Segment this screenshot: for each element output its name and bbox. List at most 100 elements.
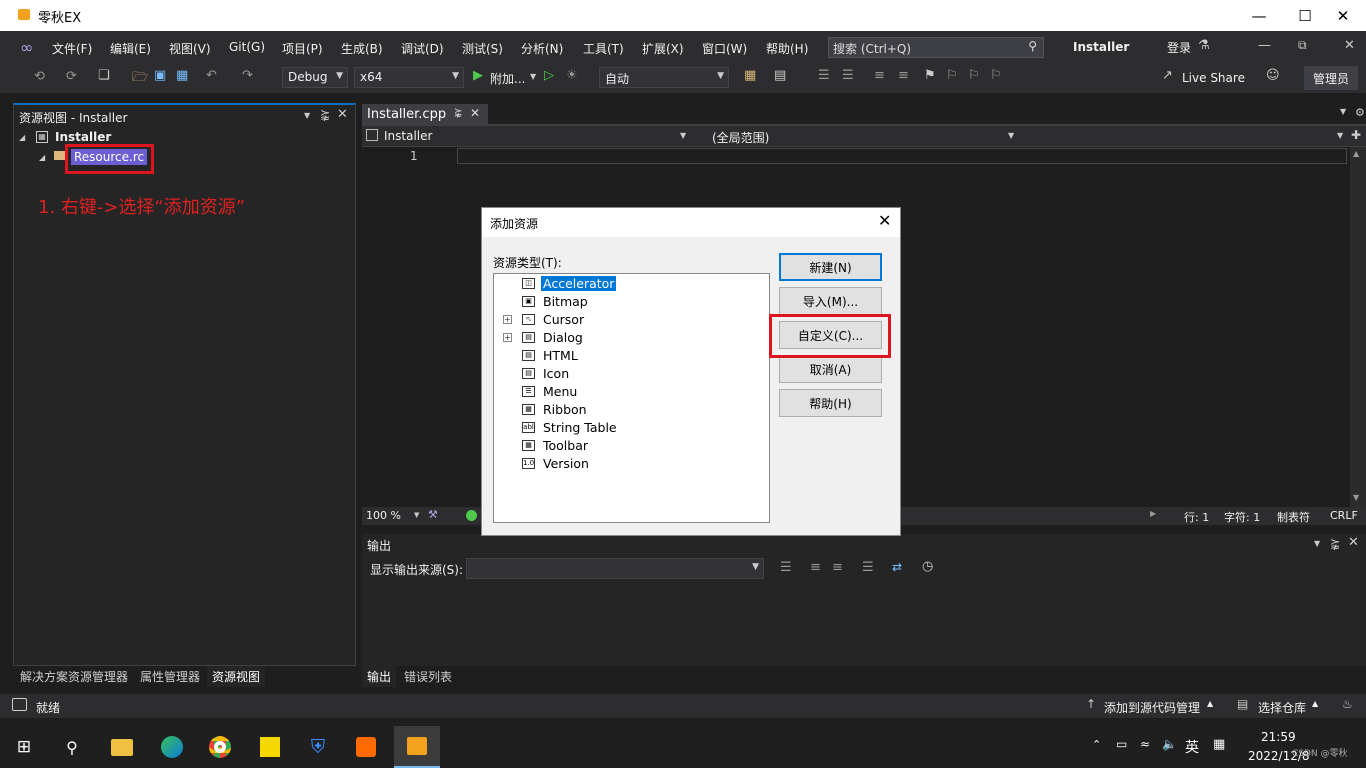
chevron-up-icon[interactable]: ▲ — [1207, 699, 1213, 708]
tab-solution-explorer[interactable]: 解决方案资源管理器 — [20, 668, 128, 685]
taskbar-search-icon[interactable]: ⚲ — [52, 726, 92, 768]
volume-icon[interactable]: 🔈 — [1162, 737, 1177, 751]
tab-property-manager[interactable]: 属性管理器 — [140, 668, 200, 685]
pin-icon[interactable]: ⪺ — [454, 107, 462, 118]
ide-close-button[interactable]: ✕ — [1344, 38, 1355, 53]
menu-build[interactable]: 生成(B) — [341, 40, 383, 57]
auto-select[interactable]: 自动 ▼ — [599, 67, 729, 88]
live-share-icon[interactable]: ↗ — [1162, 68, 1173, 83]
search-input[interactable]: 搜索 (Ctrl+Q) ⚲ — [828, 37, 1044, 58]
outdent-icon[interactable]: ≡ — [898, 68, 909, 83]
ide-minimize-button[interactable]: — — [1258, 38, 1271, 53]
undo-icon[interactable]: ↶ — [206, 68, 217, 83]
menu-analyze[interactable]: 分析(N) — [521, 40, 563, 57]
forward-icon[interactable]: ⟳ — [66, 69, 77, 84]
scroll-up-icon[interactable]: ▲ — [1353, 149, 1359, 158]
panel-close-icon[interactable]: ✕ — [337, 107, 348, 122]
tab-output[interactable]: 输出 — [362, 666, 397, 687]
line-indicator[interactable]: 行: 1 — [1184, 509, 1209, 525]
wifi-icon[interactable]: ≈ — [1140, 737, 1150, 751]
windows-start-icon[interactable]: ⊞ — [4, 726, 44, 768]
clock-time[interactable]: 21:59 — [1261, 730, 1296, 744]
char-indicator[interactable]: 字符: 1 — [1224, 509, 1260, 525]
chrome-icon[interactable] — [200, 726, 240, 768]
ide-restore-button[interactable]: ⧉ — [1298, 38, 1307, 53]
indent-icon[interactable]: ≡ — [874, 68, 885, 83]
resource-type-item[interactable]: ☰ Menu — [494, 383, 769, 401]
brush-icon[interactable]: ⚒ — [428, 508, 438, 521]
menu-test[interactable]: 测试(S) — [462, 40, 503, 57]
panel-close-icon[interactable]: ✕ — [1348, 535, 1359, 550]
pin-icon[interactable]: ⪺ — [320, 107, 330, 121]
editor-tab[interactable]: Installer.cpp ⪺ ✕ — [362, 104, 488, 125]
tab-resource-view[interactable]: 资源视图 — [207, 666, 266, 687]
tray-expand-icon[interactable]: ⌃ — [1092, 738, 1101, 751]
vertical-scrollbar[interactable]: ▲ ▼ — [1350, 147, 1366, 507]
clock-icon[interactable]: ◷ — [922, 559, 933, 574]
resource-rc-item[interactable]: Resource.rc — [71, 149, 148, 165]
menu-project[interactable]: 项目(P) — [282, 40, 323, 57]
bookmark-icon[interactable]: ⚑ — [924, 68, 936, 83]
resource-type-item[interactable]: abl String Table — [494, 419, 769, 437]
live-share-button[interactable]: Live Share — [1182, 71, 1245, 85]
nav-project[interactable]: Installer — [384, 129, 432, 143]
select-repo[interactable]: 选择仓库 — [1258, 699, 1306, 716]
shield-icon[interactable]: ⛨ — [298, 726, 338, 768]
scroll-right-icon[interactable]: ▶ — [1150, 509, 1156, 518]
account-icon[interactable]: ⚗ — [1198, 38, 1210, 53]
resource-type-item[interactable]: + ⬁ Cursor — [494, 311, 769, 329]
sticky-notes-icon[interactable] — [250, 726, 290, 768]
help-button[interactable]: 帮助(H) — [779, 389, 882, 417]
start-without-debug-icon[interactable]: ▷ — [544, 68, 554, 83]
menu-edit[interactable]: 编辑(E) — [110, 40, 151, 57]
bookmark-prev-icon[interactable]: ⚐ — [946, 68, 958, 83]
prev-message-icon[interactable]: ≡ — [810, 560, 821, 575]
hot-reload-icon[interactable]: ☀ — [566, 68, 578, 83]
panel-dropdown-icon[interactable]: ▼ — [304, 111, 310, 120]
ime-mode-icon[interactable]: ▦ — [1213, 737, 1225, 752]
output-status-icon[interactable] — [12, 698, 27, 711]
next-message-icon[interactable]: ≡ — [832, 560, 843, 575]
align-center-icon[interactable]: ☰ — [842, 68, 854, 83]
word-wrap-icon[interactable]: ⇄ — [892, 560, 902, 574]
battery-icon[interactable]: ▭ — [1116, 737, 1127, 751]
panel-dropdown-icon[interactable]: ▼ — [1314, 539, 1320, 548]
settings-icon[interactable]: ⚙ — [1355, 106, 1365, 119]
menu-view[interactable]: 视图(V) — [169, 40, 211, 57]
menu-debug[interactable]: 调试(D) — [401, 40, 444, 57]
zoom-level[interactable]: 100 % — [366, 509, 401, 522]
align-left-icon[interactable]: ☰ — [818, 68, 830, 83]
menu-extensions[interactable]: 扩展(X) — [642, 40, 684, 57]
expand-icon[interactable]: + — [503, 315, 512, 324]
tab-close-icon[interactable]: ✕ — [470, 106, 480, 120]
resource-type-item[interactable]: + ▤ Dialog — [494, 329, 769, 347]
login-link[interactable]: 登录 — [1167, 39, 1191, 56]
menu-help[interactable]: 帮助(H) — [766, 40, 808, 57]
nav-scope[interactable]: (全局范围) — [712, 129, 769, 146]
start-icon[interactable]: ▶ — [473, 68, 483, 83]
split-icon[interactable]: ✚ — [1351, 128, 1361, 142]
resource-type-item[interactable]: ▣ Bitmap — [494, 293, 769, 311]
dialog-close-icon[interactable]: ✕ — [878, 211, 891, 230]
notification-icon[interactable]: ♨ — [1342, 697, 1353, 711]
resource-type-item[interactable]: ▦ Toolbar — [494, 437, 769, 455]
minimize-button[interactable]: — — [1236, 0, 1282, 31]
tab-list-icon[interactable]: ▼ — [1340, 107, 1346, 116]
close-window-button[interactable]: ✕ — [1320, 0, 1366, 31]
resource-type-item[interactable]: ▤ Icon — [494, 365, 769, 383]
pin-icon[interactable]: ⪺ — [1330, 536, 1340, 550]
output-source-select[interactable]: ▼ — [466, 558, 764, 579]
platform-select[interactable]: x64 ▼ — [354, 67, 464, 88]
save-icon[interactable]: ▣ — [154, 68, 166, 83]
ime-indicator[interactable]: 英 — [1185, 737, 1199, 757]
import-button[interactable]: 导入(M)... — [779, 287, 882, 315]
attach-button[interactable]: 附加... — [490, 70, 525, 87]
bookmark-clear-icon[interactable]: ⚐ — [990, 68, 1002, 83]
chevron-up-icon[interactable]: ▲ — [1312, 699, 1318, 708]
attach-dropdown-icon[interactable]: ▼ — [530, 72, 536, 81]
eol-indicator[interactable]: CRLF — [1330, 509, 1358, 522]
resource-type-item[interactable]: ◫ Accelerator — [494, 275, 769, 293]
tree-root-label[interactable]: Installer — [55, 130, 111, 144]
menu-window[interactable]: 窗口(W) — [702, 40, 747, 57]
expand-icon[interactable]: + — [503, 333, 512, 342]
